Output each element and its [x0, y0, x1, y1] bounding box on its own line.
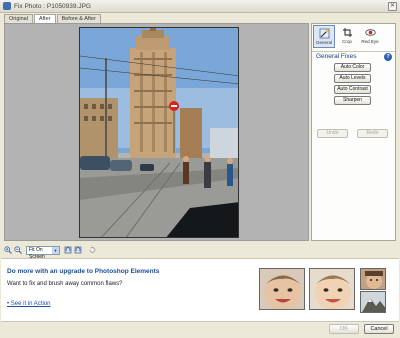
tool-red-eye-label: Red Eye [361, 39, 379, 44]
photo-preview [79, 27, 239, 238]
redo-button[interactable]: Redo [357, 129, 388, 138]
tool-crop-label: Crop [342, 39, 352, 44]
title-bar: Fix Photo : P1050939.JPG ✕ [0, 0, 400, 13]
ok-button[interactable]: OK [329, 324, 359, 334]
portrait-image [361, 269, 385, 289]
cancel-button[interactable]: Cancel [364, 324, 394, 334]
section-title: General Fixes [316, 53, 357, 60]
promo-title: Do more with an upgrade to Photoshop Ele… [7, 268, 160, 275]
revert-icon[interactable] [88, 246, 96, 254]
zoom-toolbar: Fit On Screen ▼ [4, 243, 396, 260]
auto-contrast-button[interactable]: Auto Contrast [334, 85, 371, 94]
sharpen-button[interactable]: Sharpen [334, 96, 371, 105]
small-thumbnail-top [360, 268, 386, 290]
tab-after[interactable]: After [33, 14, 56, 23]
small-thumbnail-bottom [360, 291, 386, 313]
link-text: See it in Action [10, 301, 51, 307]
close-button[interactable]: ✕ [388, 2, 397, 11]
child-face-image [260, 269, 304, 309]
general-fixes-header: General Fixes ? [312, 51, 395, 61]
app-icon [3, 2, 11, 10]
tool-general-label: General [315, 40, 332, 45]
after-thumbnail [309, 268, 355, 310]
crop-icon [342, 28, 352, 37]
view-tabs: Original After Before & After [4, 14, 102, 23]
auto-levels-button[interactable]: Auto Levels [334, 74, 371, 83]
image-workspace [4, 23, 309, 241]
tool-red-eye[interactable]: Red Eye [359, 25, 381, 48]
zoom-out-icon[interactable] [14, 246, 22, 254]
eye-icon [364, 29, 376, 36]
upgrade-promo: Do more with an upgrade to Photoshop Ele… [1, 258, 399, 322]
auto-color-button[interactable]: Auto Color [334, 63, 371, 72]
mountain-image [361, 292, 385, 312]
tab-before-after[interactable]: Before & After [56, 14, 101, 23]
rotate-left-icon[interactable] [64, 246, 72, 254]
rotate-right-icon[interactable] [74, 246, 82, 254]
zoom-in-icon[interactable] [4, 246, 12, 254]
street-photo [80, 28, 238, 237]
fix-panel: General Crop Red Eye General Fixes ? Aut… [311, 23, 396, 241]
tab-original[interactable]: Original [4, 14, 33, 23]
window-title: Fix Photo : P1050939.JPG [14, 2, 91, 10]
zoom-select[interactable]: Fit On Screen ▼ [26, 245, 60, 260]
undo-button[interactable]: Undo [317, 129, 348, 138]
help-icon[interactable]: ? [384, 53, 392, 61]
chevron-down-icon: ▼ [52, 246, 59, 254]
before-thumbnail [259, 268, 305, 310]
tool-crop[interactable]: Crop [336, 25, 358, 48]
tool-selector: General Crop Red Eye [313, 25, 394, 50]
child-face-image [310, 269, 354, 309]
promo-text: Want to fix and brush away common flaws? [7, 281, 123, 287]
tool-general[interactable]: General [313, 25, 335, 48]
see-it-in-action-link[interactable]: • See it in Action [7, 301, 50, 307]
magic-wand-icon [319, 28, 329, 39]
